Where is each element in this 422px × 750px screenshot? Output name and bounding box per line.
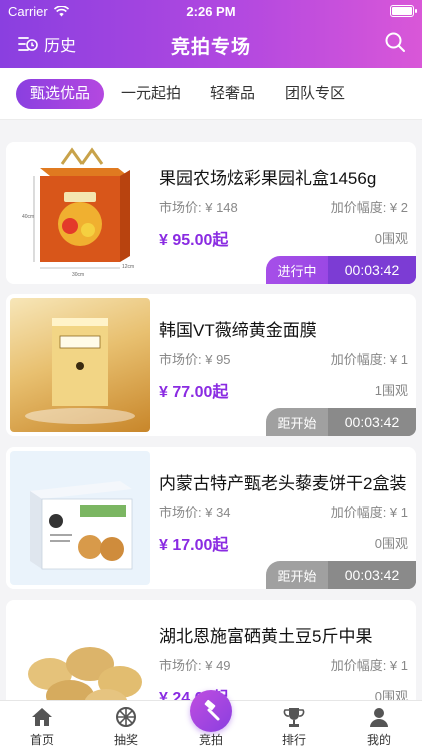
status-badge: 距开始 00:03:42 — [266, 561, 416, 589]
bottom-tab-label: 抽奖 — [113, 733, 138, 747]
bottom-tab-home[interactable]: 首页 — [12, 705, 72, 748]
user-icon — [370, 708, 388, 727]
watcher-count: 1围观 — [374, 383, 408, 398]
countdown-timer: 00:03:42 — [328, 561, 416, 589]
status-label: 进行中 — [277, 263, 317, 279]
watcher-count: 0围观 — [374, 536, 408, 551]
tab-light-luxury[interactable]: 轻奢品 — [210, 79, 255, 109]
auction-hammer-icon — [204, 699, 220, 721]
start-price: ¥ 17.00起 — [159, 537, 229, 554]
product-image — [10, 298, 150, 432]
lottery-icon — [116, 707, 136, 727]
product-card[interactable]: 韩国VT薇缔黄金面膜 市场价: ¥ 95 加价幅度: ¥ 1 ¥ 77.00起 … — [6, 294, 416, 436]
bottom-tab-label: 排行 — [281, 733, 306, 747]
search-icon — [385, 32, 405, 52]
tab-one-yuan[interactable]: 一元起拍 — [121, 79, 181, 109]
home-icon — [32, 708, 52, 726]
status-badge: 进行中 00:03:42 — [266, 256, 416, 284]
market-price: 市场价: ¥ 49 — [159, 658, 231, 673]
status-time: 2:26 PM — [186, 4, 236, 19]
market-price: 市场价: ¥ 148 — [159, 200, 238, 215]
bottom-tab-lottery[interactable]: 抽奖 — [96, 705, 156, 748]
category-tabs: 甄选优品 一元起拍 轻奢品 团队专区 — [0, 68, 422, 120]
product-image: 40cm 30cm 12cm — [10, 146, 150, 280]
nav-bar: 历史 竞拍专场 — [0, 28, 422, 60]
bid-increment: 加价幅度: ¥ 2 — [330, 200, 408, 215]
bottom-tab-bar: 首页 抽奖 竞拍 排行 我的 — [0, 690, 422, 750]
bid-increment: 加价幅度: ¥ 1 — [330, 505, 408, 520]
status-label: 距开始 — [277, 568, 317, 584]
dim-height: 40cm — [22, 214, 34, 220]
start-price: ¥ 95.00起 — [159, 232, 229, 249]
countdown-timer: 00:03:42 — [328, 408, 416, 436]
tab-selected-goods[interactable]: 甄选优品 — [16, 79, 105, 109]
bottom-tab-label: 我的 — [366, 733, 391, 747]
bottom-tab-label: 首页 — [29, 733, 54, 747]
bottom-tab-label: 竞拍 — [198, 733, 223, 747]
page-title: 竞拍专场 — [170, 37, 251, 58]
product-card[interactable]: 内蒙古特产甄老头藜麦饼干2盒装 市场价: ¥ 34 加价幅度: ¥ 1 ¥ 17… — [6, 447, 416, 589]
app-header: Carrier 2:26 PM 历史 竞拍专场 — [0, 0, 422, 68]
product-name: 内蒙古特产甄老头藜麦饼干2盒装 — [159, 474, 407, 493]
product-card[interactable]: 40cm 30cm 12cm 果园农场炫彩果园礼盒1456g 市场价: ¥ 14… — [6, 142, 416, 284]
status-label: 距开始 — [277, 415, 317, 431]
countdown-timer: 00:03:42 — [328, 256, 416, 284]
tab-team-zone[interactable]: 团队专区 — [285, 79, 345, 109]
bottom-tab-auction[interactable]: 竞拍 — [181, 731, 241, 748]
product-name: 果园农场炫彩果园礼盒1456g — [159, 169, 377, 188]
battery-icon — [390, 5, 417, 17]
bid-increment: 加价幅度: ¥ 1 — [330, 658, 408, 673]
auction-fab[interactable] — [190, 690, 232, 732]
bid-increment: 加价幅度: ¥ 1 — [330, 352, 408, 367]
search-button[interactable] — [384, 31, 406, 58]
start-price: ¥ 77.00起 — [159, 384, 229, 401]
dim-width: 30cm — [72, 272, 84, 278]
watcher-count: 0围观 — [374, 231, 408, 246]
trophy-icon — [283, 708, 305, 727]
bottom-tab-profile[interactable]: 我的 — [349, 705, 409, 748]
bottom-tab-ranking[interactable]: 排行 — [264, 705, 324, 748]
market-price: 市场价: ¥ 34 — [159, 505, 231, 520]
status-badge: 距开始 00:03:42 — [266, 408, 416, 436]
dim-depth: 12cm — [122, 264, 134, 270]
product-image — [10, 451, 150, 585]
product-name: 韩国VT薇缔黄金面膜 — [159, 321, 317, 340]
status-bar: Carrier 2:26 PM — [0, 0, 422, 22]
market-price: 市场价: ¥ 95 — [159, 352, 231, 367]
product-name: 湖北恩施富硒黄土豆5斤中果 — [159, 627, 373, 646]
